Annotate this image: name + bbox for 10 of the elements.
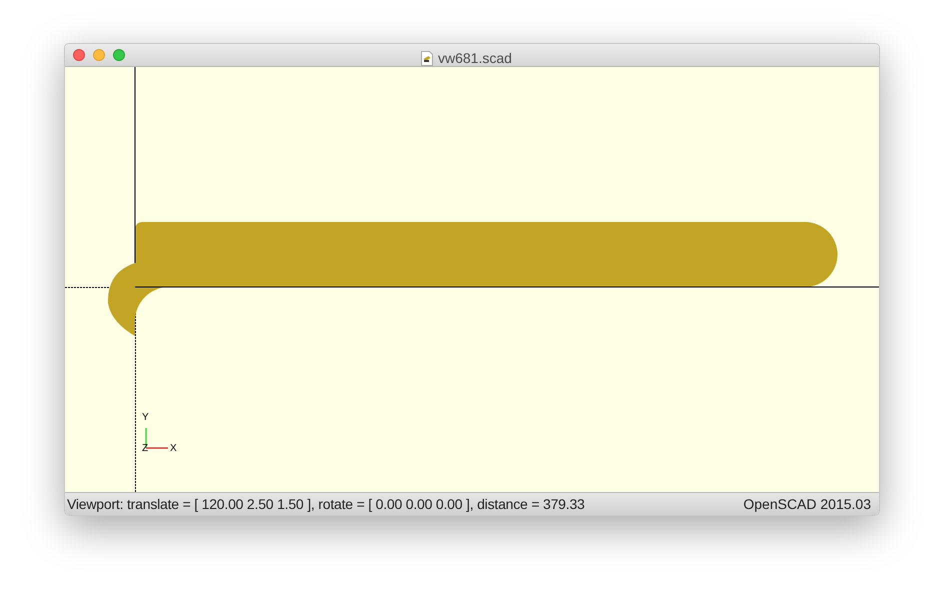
axis-label: Y <box>142 413 149 423</box>
viewport-info: Viewport: translate = [ 120.00 2.50 1.50 ], rotate = [ 0.00 0.00 0.00 ], distance = 379.33 <box>67 494 585 514</box>
version-label: OpenSCAD 2015.03 <box>743 494 872 514</box>
window-title: vw681.scad <box>438 49 512 68</box>
zoom-button[interactable] <box>113 49 125 61</box>
document-icon <box>421 51 433 66</box>
minimize-button[interactable] <box>93 49 105 61</box>
close-button[interactable] <box>73 49 85 61</box>
axis-label: Z <box>142 444 148 454</box>
axis-label: X <box>170 444 177 454</box>
